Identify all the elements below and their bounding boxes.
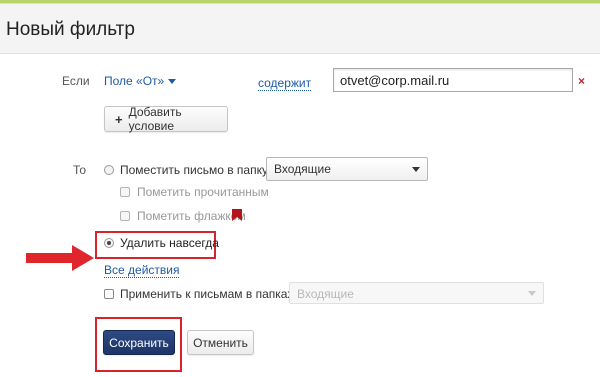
cancel-button[interactable]: Отменить — [187, 330, 254, 355]
if-label: Если — [62, 74, 90, 88]
red-arrow-icon — [26, 245, 94, 271]
mark-read-label: Пометить прочитанным — [137, 185, 269, 199]
plus-icon: + — [115, 111, 123, 127]
page-header: Новый фильтр — [0, 4, 600, 54]
to-label: То — [73, 163, 87, 177]
all-actions-link[interactable]: Все действия — [104, 261, 180, 279]
move-to-folder-label: Поместить письмо в папку — [120, 163, 268, 177]
apply-folder-select-value: Входящие — [297, 287, 354, 301]
folder-select-value: Входящие — [274, 162, 331, 176]
mark-flag-checkbox[interactable] — [120, 211, 130, 221]
folder-select[interactable]: Входящие — [266, 157, 428, 181]
add-condition-button[interactable]: + Добавить условие — [104, 105, 228, 133]
apply-folder-select: Входящие — [289, 282, 544, 304]
save-button[interactable]: Сохранить — [103, 330, 175, 355]
mark-read-checkbox[interactable] — [120, 187, 130, 197]
remove-condition-icon[interactable]: × — [578, 74, 585, 88]
operator-dropdown[interactable]: содержит — [258, 74, 312, 92]
condition-value-input[interactable] — [333, 68, 573, 92]
operator-label: содержит — [258, 76, 312, 91]
mark-flag-label: Пометить флажком — [137, 209, 246, 223]
delete-forever-label: Удалить навсегда — [120, 236, 219, 250]
chevron-down-icon — [412, 167, 420, 172]
chevron-down-icon — [528, 291, 536, 296]
apply-existing-checkbox[interactable] — [104, 289, 114, 299]
apply-existing-label: Применить к письмам в папках — [120, 287, 294, 301]
chevron-down-icon — [168, 79, 177, 85]
flag-icon — [232, 209, 242, 221]
page-title: Новый фильтр — [6, 19, 135, 40]
field-from-dropdown[interactable]: Поле «От» — [104, 74, 177, 88]
all-actions-label: Все действия — [104, 263, 180, 278]
delete-forever-radio[interactable] — [104, 238, 114, 248]
add-condition-label: Добавить условие — [128, 105, 182, 133]
move-to-folder-radio[interactable] — [104, 165, 114, 175]
field-from-label: Поле «От» — [104, 74, 165, 88]
